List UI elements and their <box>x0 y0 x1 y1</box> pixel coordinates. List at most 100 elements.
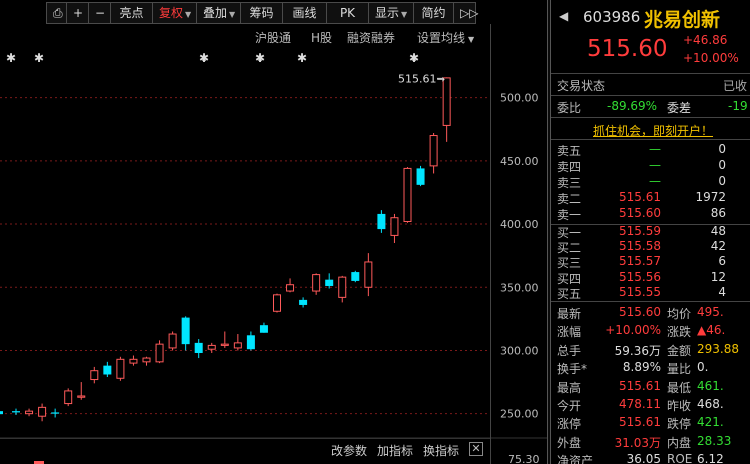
y-tick-label: 400.00 <box>500 218 539 231</box>
stat-value: 36.05 <box>626 452 661 464</box>
close-icon[interactable]: ✕ <box>469 442 483 456</box>
candle-body-down <box>0 411 3 415</box>
stock-code: 603986 <box>583 8 641 26</box>
stat-label: ROE <box>667 452 693 464</box>
ask-row[interactable]: 卖二 515.61 1972 <box>551 190 750 206</box>
divider <box>551 117 750 118</box>
candle-body-up <box>25 410 34 415</box>
highlights-button[interactable]: 亮点 <box>111 2 153 24</box>
draw-line-button[interactable]: 画线 <box>283 2 327 24</box>
adjust-button[interactable]: 复权 ▼ <box>153 2 197 24</box>
open-account-link[interactable]: 抓住机会，即刻开户！ <box>593 122 713 139</box>
indicator-bar: 改参数 加指标 换指标 ✕ <box>0 438 490 460</box>
level-price: — <box>649 142 661 156</box>
price-change-percent: +10.00% <box>683 51 739 65</box>
candle-body-up <box>429 135 438 167</box>
link-shanghai-connect[interactable]: 沪股通 <box>255 29 291 46</box>
overlay-button[interactable]: 叠加 ▼ <box>197 2 241 24</box>
event-marker-icon: ⇕ <box>200 54 208 65</box>
stat-value: 293.88 <box>697 341 739 356</box>
candle-body-up <box>403 167 412 223</box>
stat-value: 461. <box>697 378 724 393</box>
zoom-in-button[interactable]: + <box>67 2 89 24</box>
quote-header: ◀ 603986 兆易创新 515.60 +46.86 +10.00% <box>551 0 750 74</box>
level-volume: 0 <box>718 142 726 156</box>
bid-row[interactable]: 买四 515.56 12 <box>551 270 750 286</box>
chevron-down-icon: ▼ <box>185 10 192 19</box>
zoom-out-button[interactable]: − <box>89 2 111 24</box>
trade-status-label: 交易状态 <box>557 79 606 93</box>
chevron-down-icon: ▼ <box>401 10 408 19</box>
pk-button[interactable]: PK <box>327 2 369 24</box>
bid-row[interactable]: 买一 515.59 48 <box>551 224 750 240</box>
kline-chart-panel[interactable]: 500.00 450.00 400.00 350.00 300.00 250.00 75.3… <box>0 0 547 464</box>
stat-label: 涨跌 <box>667 325 692 340</box>
ask-row[interactable]: 卖五 — 0 <box>551 142 750 158</box>
link-h-shares[interactable]: H股 <box>311 29 332 46</box>
bid-row[interactable]: 买三 515.57 6 <box>551 254 750 270</box>
event-marker-icon: ✱ <box>34 51 44 65</box>
candle-body-up <box>155 343 164 363</box>
level-price: 515.59 <box>619 224 661 238</box>
candle-body-up <box>364 261 373 288</box>
max-price-label: 515.61 <box>398 72 437 85</box>
event-marker-icon: ⇕ <box>256 54 264 65</box>
candle-body-up <box>142 357 151 363</box>
stat-label: 最新 <box>557 307 582 321</box>
candle-body-down <box>181 317 190 345</box>
bid-row[interactable]: 买二 515.58 42 <box>551 239 750 255</box>
bid-row[interactable]: 买五 515.55 4 <box>551 284 750 301</box>
stat-label: 昨收 <box>667 399 692 413</box>
level-volume: 0 <box>718 158 726 172</box>
candlestick-chart[interactable]: 500.00 450.00 400.00 350.00 300.00 250.00 75.3… <box>0 0 547 464</box>
edit-params-button[interactable]: 改参数 <box>331 442 367 459</box>
divider <box>551 95 750 96</box>
chevron-down-icon: ▼ <box>468 35 475 44</box>
candle-body-down <box>12 411 20 413</box>
stat-value: +10.00% <box>605 323 661 338</box>
stat-label: 量比 <box>667 362 692 377</box>
candle-body-down <box>51 412 60 414</box>
stat-value: 495. <box>697 305 724 319</box>
level-price: 515.60 <box>619 206 661 220</box>
candle-body-up <box>77 395 86 398</box>
event-marker-icon: ✱ <box>297 51 307 65</box>
candle-body-down <box>194 342 203 353</box>
level-volume: 6 <box>718 254 726 269</box>
price-change: +46.86 <box>683 33 728 47</box>
ask-row[interactable]: 卖三 — 0 <box>551 174 750 190</box>
candle-body-up <box>338 276 347 298</box>
ask-row[interactable]: 卖一 515.60 86 <box>551 206 750 222</box>
stat-value: 28.33 <box>697 433 732 448</box>
stat-row: 涨停 515.61 跌停 421. <box>551 413 750 432</box>
order-diff-label: 委差 <box>667 101 692 115</box>
level-volume: 86 <box>710 206 726 220</box>
display-button[interactable]: 显示 ▼ <box>369 2 414 24</box>
stat-label: 外盘 <box>557 435 582 450</box>
export-icon[interactable]: ⎙ <box>46 2 67 24</box>
stat-value: 421. <box>697 415 724 430</box>
order-ratio-value: -89.69% <box>607 99 658 113</box>
stat-label: 内盘 <box>667 435 692 450</box>
candle-body-up <box>286 284 295 292</box>
stat-row: 外盘 31.03万 内盘 28.33 <box>551 432 750 451</box>
stat-label: 涨幅 <box>557 325 582 340</box>
event-marker-icon: ✱ <box>6 51 16 65</box>
switch-indicator-button[interactable]: 换指标 <box>423 442 459 459</box>
stat-value: 478.11 <box>619 397 661 411</box>
level-price: 515.55 <box>619 284 661 299</box>
add-indicator-button[interactable]: 加指标 <box>377 442 413 459</box>
level-label: 卖四 <box>557 160 582 174</box>
link-margin-trading[interactable]: 融资融券 <box>347 29 395 46</box>
candle-body-up <box>273 294 281 312</box>
chip-distribution-button[interactable]: 筹码 <box>241 2 283 24</box>
divider <box>551 224 750 225</box>
link-set-moving-average[interactable]: 设置均线 ▼ <box>417 29 474 46</box>
simple-mode-button[interactable]: 简约 <box>414 2 454 24</box>
expand-icon[interactable]: ▷▷ <box>454 2 478 24</box>
ask-row[interactable]: 卖四 — 0 <box>551 158 750 174</box>
stat-value: 31.03万 <box>614 435 661 450</box>
collapse-arrow-icon[interactable]: ◀ <box>559 9 568 23</box>
candle-body-down <box>351 272 360 281</box>
level-volume: 4 <box>718 284 726 299</box>
